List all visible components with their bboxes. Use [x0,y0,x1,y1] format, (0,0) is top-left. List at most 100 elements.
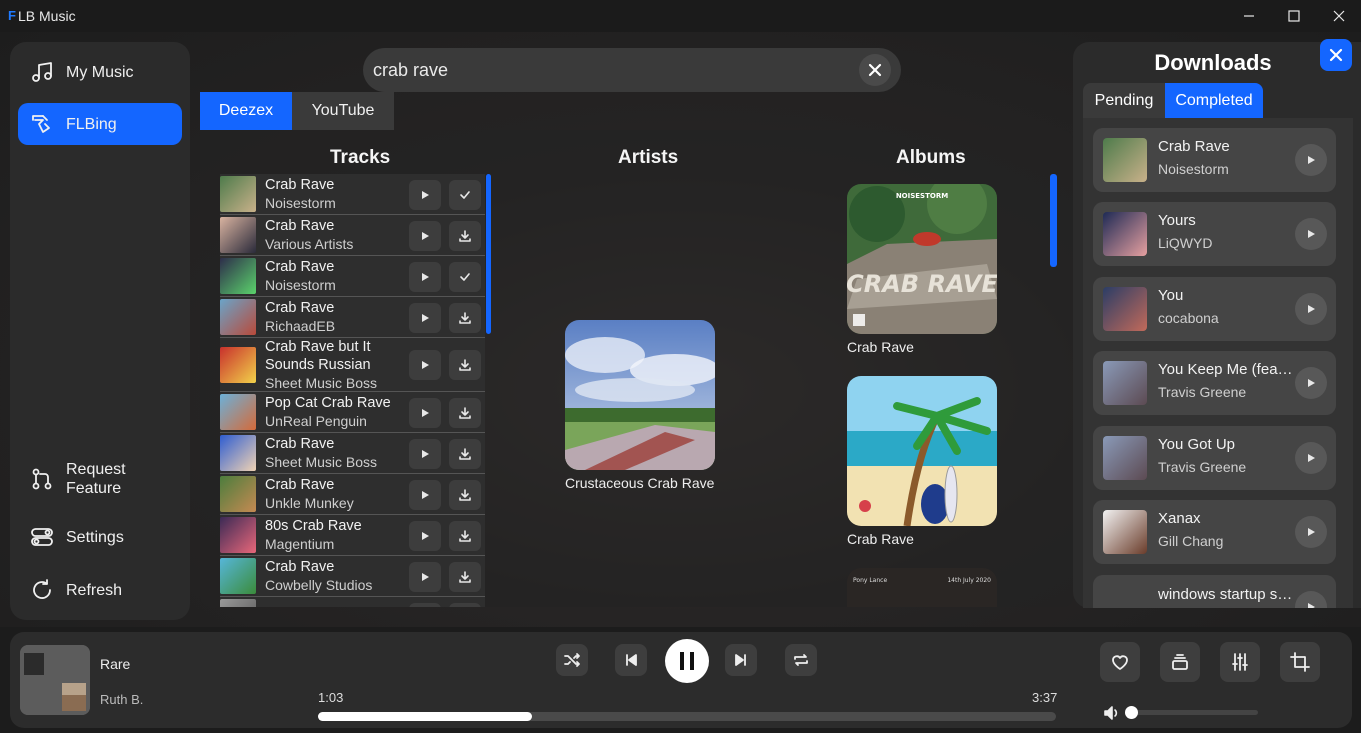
sidebar-item-my-music[interactable]: My Music [18,51,182,93]
track-row[interactable]: Crab Rave RichaadEB [220,297,485,338]
tab-youtube[interactable]: YouTube [292,92,394,130]
shuffle-button[interactable] [556,644,588,676]
track-download-button[interactable] [449,479,481,510]
play-icon [422,449,429,458]
track-play-button[interactable] [409,179,441,210]
play-icon [1308,454,1315,462]
clear-search-button[interactable] [859,54,891,86]
tab-deezex[interactable]: Deezex [200,92,292,130]
download-icon [459,447,471,460]
track-row[interactable]: Crab Rave Sheet Music Boss [220,433,485,474]
track-artist: Sheet Music Boss [265,374,378,391]
track-download-button[interactable] [449,520,481,551]
track-download-button[interactable] [449,561,481,592]
track-downloaded-indicator [449,179,481,210]
track-play-button[interactable] [409,302,441,333]
git-pull-request-icon [30,467,54,491]
track-row[interactable]: Crab Rave Various Artists [220,215,485,256]
minimize-button[interactable] [1226,0,1272,32]
previous-button[interactable] [615,644,647,676]
track-play-button[interactable] [409,350,441,380]
track-play-button[interactable] [409,261,441,292]
volume-slider[interactable] [1124,706,1258,719]
maximize-button[interactable] [1271,0,1317,32]
sidebar-item-label: FLBing [66,115,117,133]
sidebar-item-flbing[interactable]: FLBing [18,103,182,145]
download-play-button[interactable] [1295,293,1327,325]
track-title: Crab Rave [265,477,335,493]
track-download-button[interactable] [449,350,481,380]
track-download-button[interactable] [449,397,481,428]
track-meta: Crab Rave RichaadEB [265,299,405,335]
download-item[interactable]: windows startup sound [1093,575,1336,608]
track-download-button[interactable] [449,302,481,333]
progress-bar[interactable] [318,712,1056,721]
download-item[interactable]: You Got Up Travis Greene [1093,426,1336,490]
download-item[interactable]: You Keep Me (feat. Travis Greene) Travis … [1093,351,1336,415]
tab-completed[interactable]: Completed [1165,83,1263,118]
download-item[interactable]: Crab Rave Noisestorm [1093,128,1336,192]
album-card[interactable]: NOISESTORM CRAB RAVE Crab Rave [847,184,997,355]
track-artist: Noisestorm [265,277,336,293]
svg-text:NOISESTORM: NOISESTORM [896,192,948,200]
play-pause-button[interactable] [665,639,709,683]
albums-scrollbar[interactable] [1050,174,1057,267]
track-row[interactable]: Crab Rave Unkle Munkey [220,474,485,515]
mini-player-button[interactable] [1280,642,1320,682]
track-play-button[interactable] [409,397,441,428]
download-play-button[interactable] [1295,218,1327,250]
svg-text:Pony Lance: Pony Lance [853,577,887,584]
track-row[interactable]: Crab Rave Noisestorm [220,256,485,297]
now-playing-title: Rare [100,656,131,672]
track-play-button[interactable] [409,220,441,251]
play-icon [422,272,429,281]
track-play-button[interactable] [409,602,441,607]
track-row[interactable]: Crab Rave Noisestorm [220,174,485,215]
track-download-button[interactable] [449,438,481,469]
download-item[interactable]: You cocabona [1093,277,1336,341]
download-play-button[interactable] [1295,144,1327,176]
sidebar-item-request-feature[interactable]: Request Feature [18,454,182,504]
download-play-button[interactable] [1295,591,1327,608]
download-title: You [1158,287,1184,304]
flbing-logo-icon [30,112,54,136]
tab-pending[interactable]: Pending [1083,83,1165,118]
download-play-button[interactable] [1295,367,1327,399]
track-download-button[interactable] [449,602,481,607]
track-row[interactable]: Crab Rave [220,597,485,607]
queue-button[interactable] [1160,642,1200,682]
track-play-button[interactable] [409,438,441,469]
artist-card[interactable]: Crustaceous Crab Rave [565,320,715,491]
sidebar-item-refresh[interactable]: Refresh [18,569,182,611]
download-art [1103,138,1147,182]
like-button[interactable] [1100,642,1140,682]
close-downloads-button[interactable] [1320,39,1352,71]
track-play-button[interactable] [409,561,441,592]
track-artist: Unkle Munkey [265,495,354,511]
close-window-button[interactable] [1316,0,1361,32]
track-row[interactable]: Pop Cat Crab Rave UnReal Penguin [220,392,485,433]
track-meta: Crab Rave Unkle Munkey [265,476,405,512]
search-input[interactable] [373,56,843,84]
album-image: Pony Lance 14th July 2020 [847,568,997,607]
album-card[interactable]: Crab Rave [847,376,997,547]
equalizer-button[interactable] [1220,642,1260,682]
volume-knob[interactable] [1124,706,1138,719]
track-play-button[interactable] [409,479,441,510]
volume-button[interactable] [1103,705,1121,726]
download-item[interactable]: Xanax Gill Chang [1093,500,1336,564]
sidebar-item-settings[interactable]: Settings [18,516,182,558]
album-card[interactable]: Pony Lance 14th July 2020 [847,568,997,607]
track-play-button[interactable] [409,520,441,551]
track-art [220,599,256,607]
track-row[interactable]: Crab Rave Cowbelly Studios [220,556,485,597]
download-item[interactable]: Yours LiQWYD [1093,202,1336,266]
download-play-button[interactable] [1295,442,1327,474]
track-download-button[interactable] [449,220,481,251]
track-row[interactable]: Crab Rave but It Sounds Russian Sheet Mus… [220,338,485,392]
download-play-button[interactable] [1295,516,1327,548]
tracks-scrollbar[interactable] [486,174,491,334]
next-button[interactable] [725,644,757,676]
repeat-button[interactable] [785,644,817,676]
track-row[interactable]: 80s Crab Rave Magentium [220,515,485,556]
